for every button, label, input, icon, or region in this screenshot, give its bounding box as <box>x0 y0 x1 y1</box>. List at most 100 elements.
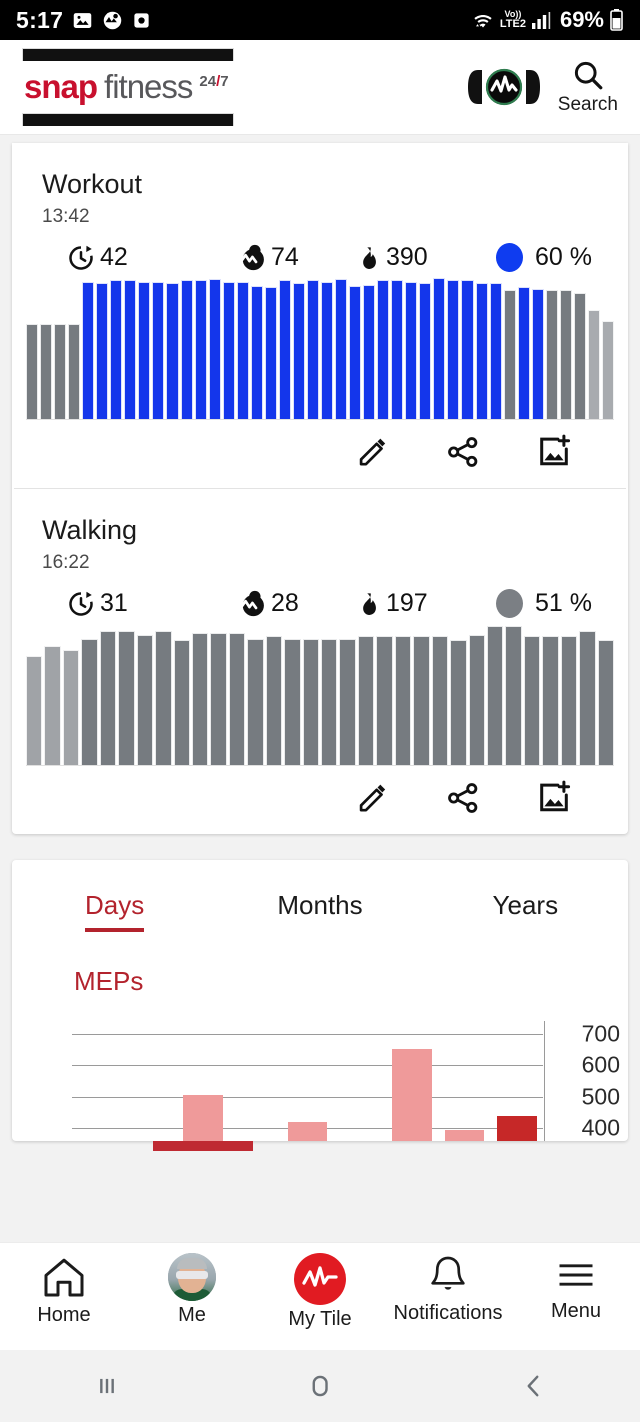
stat-duration: 42 <box>66 243 236 273</box>
android-system-nav <box>0 1350 640 1422</box>
chart-bar <box>96 283 109 419</box>
chart-bar <box>136 634 154 765</box>
session-actions <box>12 420 628 488</box>
nav-item-my-tile[interactable]: My Tile <box>256 1243 384 1350</box>
snap-fitness-logo[interactable]: snap fitness 24/7 <box>22 48 234 126</box>
chart-bar <box>278 280 291 419</box>
percent-value: 51 % <box>535 589 592 617</box>
chart-bar <box>517 287 530 419</box>
meps-chart-bar <box>392 1049 433 1141</box>
avatar <box>168 1253 216 1301</box>
search-button[interactable]: Search <box>558 58 618 116</box>
share-icon[interactable] <box>446 781 480 815</box>
chart-bar <box>394 636 412 765</box>
logo-fitness-text: fitness <box>104 68 193 105</box>
chart-bar <box>180 280 193 419</box>
meps-chart[interactable]: 700 600 500 400 <box>12 1020 628 1151</box>
nav-label: Home <box>37 1304 91 1326</box>
logo-hours-text: 24/7 <box>199 73 229 90</box>
nav-item-home[interactable]: Home <box>0 1243 128 1350</box>
meps-card: Days Months Years MEPs 700 600 500 400 <box>12 860 628 1151</box>
scroll-content[interactable]: Workout 13:42 42 74 390 60 % Walking 16:… <box>0 135 640 1242</box>
battery-percent-label: 69% <box>559 7 604 32</box>
add-photo-icon[interactable] <box>536 780 572 816</box>
chart-bar <box>413 636 430 765</box>
duration-value: 31 <box>100 589 128 617</box>
nav-label: Notifications <box>393 1302 503 1324</box>
duration-icon <box>66 589 96 619</box>
edit-icon[interactable] <box>356 781 390 815</box>
chart-bar <box>573 293 586 419</box>
network-type-label: Vo)) LTE2 <box>499 9 526 30</box>
grid-line <box>72 1033 543 1035</box>
battery-icon <box>609 8 624 32</box>
chart-bar <box>335 279 348 419</box>
period-tabs: Days Months Years <box>12 860 628 932</box>
stat-percent: 51 % <box>496 589 592 618</box>
chart-bar <box>68 323 81 419</box>
chart-bar <box>363 284 376 419</box>
chart-bar <box>531 288 544 419</box>
chart-bar <box>40 323 53 419</box>
chart-bar <box>292 283 305 419</box>
duration-icon <box>66 243 96 273</box>
chart-bar <box>138 281 151 419</box>
recents-button[interactable] <box>47 1369 167 1403</box>
meps-icon <box>236 242 267 273</box>
nav-item-me[interactable]: Me <box>128 1243 256 1350</box>
nav-item-menu[interactable]: Menu <box>512 1243 640 1350</box>
my-tile-icon[interactable] <box>467 64 540 110</box>
snap-fitness-icon <box>102 10 123 31</box>
chart-bar <box>339 639 356 765</box>
chart-bar <box>321 639 338 765</box>
y-axis-tick-label: 500 <box>581 1083 620 1110</box>
status-bar-clock: 5:17 <box>16 6 64 33</box>
chart-bar <box>523 636 541 765</box>
session-header: Walking 16:22 <box>12 489 628 574</box>
chart-bar <box>302 639 319 765</box>
chart-bar <box>405 281 418 419</box>
chart-bar <box>26 323 39 419</box>
chart-bar <box>222 281 235 419</box>
android-status-bar: 5:17 Vo)) LTE2 69% <box>0 0 640 40</box>
chart-bar <box>579 630 596 765</box>
workout-bar-chart[interactable] <box>12 277 628 419</box>
chart-bar <box>475 283 488 419</box>
chart-bar <box>431 636 449 765</box>
chart-bar <box>468 634 485 765</box>
chart-bar <box>194 280 207 419</box>
meps-chart-bar <box>496 1115 537 1141</box>
status-bar-right: Vo)) LTE2 69% <box>471 7 624 33</box>
logo-wordmark: snap fitness 24/7 <box>22 61 234 113</box>
tab-days[interactable]: Days <box>12 890 217 932</box>
home-icon <box>38 1253 90 1301</box>
calories-value: 197 <box>386 589 428 617</box>
meps-value: 74 <box>271 243 299 271</box>
meps-chart-bar <box>182 1095 223 1141</box>
chart-bar <box>250 286 263 419</box>
back-button[interactable] <box>473 1369 593 1403</box>
image-icon <box>72 10 93 31</box>
walking-bar-chart[interactable] <box>12 625 628 765</box>
camera-icon <box>132 11 151 30</box>
chart-bar <box>559 290 572 419</box>
stat-calories: 197 <box>356 589 496 619</box>
home-button[interactable] <box>260 1369 380 1403</box>
chart-bar <box>166 283 179 419</box>
meps-chart-bar <box>444 1129 485 1141</box>
share-icon[interactable] <box>446 435 480 469</box>
chart-bar <box>597 640 614 765</box>
tab-months[interactable]: Months <box>217 890 422 932</box>
chart-bar <box>228 633 246 765</box>
add-photo-icon[interactable] <box>536 434 572 470</box>
percent-dot <box>496 589 523 618</box>
chart-bar <box>560 636 578 765</box>
nav-item-notifications[interactable]: Notifications <box>384 1243 512 1350</box>
edit-icon[interactable] <box>356 435 390 469</box>
chart-bar <box>450 640 467 765</box>
stat-duration: 31 <box>66 589 236 619</box>
chart-bar <box>545 290 558 419</box>
chart-bar <box>82 281 95 419</box>
meps-y-axis <box>544 1021 545 1141</box>
tab-years[interactable]: Years <box>423 890 628 932</box>
